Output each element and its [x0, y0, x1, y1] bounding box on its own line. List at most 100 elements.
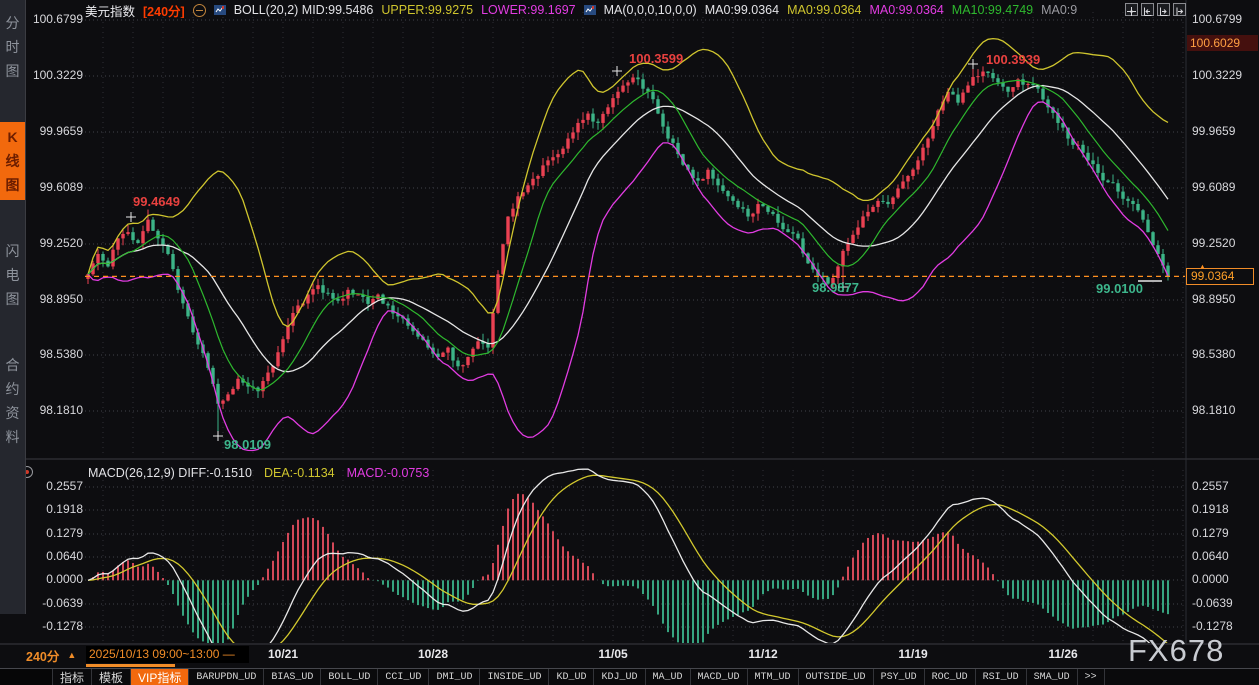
price-annotation-0: 99.4649 — [133, 194, 180, 209]
period-label[interactable]: [240分] — [143, 2, 185, 18]
sidebar-item-0[interactable]: 分时图 — [0, 8, 25, 86]
macd-label-right-6: -0.1278 — [1192, 619, 1233, 633]
ma-params-label: MA(0,0,0,10,0,0) — [604, 3, 697, 17]
macd-label-left-3: 0.0640 — [28, 549, 83, 563]
macd-label-right-5: -0.0639 — [1192, 596, 1233, 610]
price-label-right-1: 100.3229 — [1192, 68, 1242, 82]
high-price-badge: 100.6029 — [1187, 35, 1258, 51]
macd-label-left-4: 0.0000 — [28, 572, 83, 586]
toolbar-item-dmi_ud[interactable]: DMI_UD — [429, 669, 480, 685]
price-label-right-5: 98.8950 — [1192, 292, 1235, 306]
pan-right-icon[interactable] — [1173, 3, 1186, 16]
macd-label-left-5: -0.0639 — [28, 596, 83, 610]
macd-label-left-2: 0.1279 — [28, 526, 83, 540]
chart-tool-icons — [1125, 3, 1186, 16]
toolbar-item-sma_ud[interactable]: SMA_UD — [1027, 669, 1078, 685]
period-footer-label[interactable]: 240分 — [26, 646, 59, 665]
price-label-left-2: 99.9659 — [28, 124, 83, 138]
price-label-right-6: 98.5380 — [1192, 347, 1235, 361]
indicator-toolbar: 指标模板VIP指标BARUPDN_UDBIAS_UDBOLL_UDCCI_UDD… — [0, 668, 1259, 685]
toolbar-item-kd_ud[interactable]: KD_UD — [549, 669, 594, 685]
indicator-chart-icon[interactable] — [584, 4, 596, 16]
toolbar-item-inside_ud[interactable]: INSIDE_UD — [480, 669, 549, 685]
toolbar-item-barupdn_ud[interactable]: BARUPDN_UD — [189, 669, 264, 685]
indicator-chart-icon[interactable] — [214, 4, 226, 16]
toolbar-item-ma_ud[interactable]: MA_UD — [646, 669, 691, 685]
chart-canvas[interactable] — [0, 0, 1259, 685]
price-label-left-6: 98.5380 — [28, 347, 83, 361]
macd-label-right-2: 0.1279 — [1192, 526, 1229, 540]
ma0-value-white: MA0:99.0364 — [705, 3, 779, 17]
symbol-title: 美元指数 — [85, 2, 135, 18]
price-annotation-3: 98.9877 — [812, 280, 859, 295]
toolbar-item-kdj_ud[interactable]: KDJ_UD — [594, 669, 645, 685]
x-tick-1: 10/28 — [403, 647, 463, 661]
compress-left-icon[interactable] — [1141, 3, 1154, 16]
price-label-right-0: 100.6799 — [1192, 12, 1242, 26]
macd-label-right-4: 0.0000 — [1192, 572, 1229, 586]
toolbar-item-[interactable]: >> — [1078, 669, 1105, 685]
ma0-value-magenta: MA0:99.0364 — [869, 3, 943, 17]
scrollbar-thumb[interactable] — [86, 664, 175, 667]
toolbar-item-psy_ud[interactable]: PSY_UD — [874, 669, 925, 685]
chart-header: 美元指数 [240分] BOLL(20,2) MID:99.5486 UPPER… — [85, 2, 1120, 18]
price-axis-right: 100.6799 100.3229 99.9659 99.6089 99.2520 98.… — [1192, 0, 1258, 660]
price-annotation-4: 98.0109 — [224, 437, 271, 452]
price-label-right-4: 99.2520 — [1192, 236, 1235, 250]
watermark: FX678 — [1128, 633, 1224, 669]
macd-diff-value: MACD(26,12,9) DIFF:-0.1510 — [88, 466, 252, 480]
price-label-left-7: 98.1810 — [28, 403, 83, 417]
toolbar-item-rsi_ud[interactable]: RSI_UD — [976, 669, 1027, 685]
price-label-right-7: 98.1810 — [1192, 403, 1235, 417]
period-up-arrow-icon[interactable]: ▲ — [67, 650, 76, 660]
ma0-value-yellow: MA0:99.0364 — [787, 3, 861, 17]
toolbar-item-outside_ud[interactable]: OUTSIDE_UD — [799, 669, 874, 685]
sidebar-item-1[interactable]: K线图 — [0, 122, 25, 200]
toolbar-item-boll_ud[interactable]: BOLL_UD — [321, 669, 378, 685]
price-label-right-3: 99.6089 — [1192, 180, 1235, 194]
x-axis-row: 240分 ▲ 2025/10/13 09:00~13:00 — 10/21 10/… — [0, 645, 1259, 667]
sidebar-item-3[interactable]: 合约资料 — [0, 350, 25, 452]
price-label-left-4: 99.2520 — [28, 236, 83, 250]
macd-label-right-1: 0.1918 — [1192, 502, 1229, 516]
compress-right-icon[interactable] — [1157, 3, 1170, 16]
price-label-right-2: 99.9659 — [1192, 124, 1235, 138]
price-label-left-1: 100.3229 — [28, 68, 83, 82]
date-range-label: 2025/10/13 09:00~13:00 — — [86, 646, 249, 663]
toolbar-item-mtm_ud[interactable]: MTM_UD — [748, 669, 799, 685]
price-annotation-5: 99.0100 — [1096, 281, 1143, 296]
boll-lower-value: LOWER:99.1697 — [481, 3, 576, 17]
price-annotation-1: 100.3599 — [629, 51, 683, 66]
toolbar-item-[interactable]: 指标 — [53, 669, 92, 685]
price-label-left-0: 100.6799 — [28, 12, 83, 26]
boll-mid-value: BOLL(20,2) MID:99.5486 — [234, 3, 374, 17]
macd-label-right-3: 0.0640 — [1192, 549, 1229, 563]
macd-value: MACD:-0.0753 — [347, 466, 430, 480]
boll-upper-value: UPPER:99.9275 — [381, 3, 473, 17]
toolbar-item-bias_ud[interactable]: BIAS_UD — [264, 669, 321, 685]
zoom-out-icon[interactable] — [193, 4, 206, 17]
price-axis-left: 100.6799 100.3229 99.9659 99.6089 99.2520 98.… — [28, 0, 83, 660]
toolbar-item-vip[interactable]: VIP指标 — [131, 669, 189, 685]
toolbar-item-cci_ud[interactable]: CCI_UD — [378, 669, 429, 685]
x-tick-2: 11/05 — [583, 647, 643, 661]
x-tick-0: 10/21 — [253, 647, 313, 661]
move-icon[interactable] — [1125, 3, 1138, 16]
x-tick-5: 11/26 — [1033, 647, 1093, 661]
toolbar-item-roc_ud[interactable]: ROC_UD — [925, 669, 976, 685]
price-annotation-2: 100.3939 — [986, 52, 1040, 67]
macd-dea-value: DEA:-0.1134 — [264, 466, 335, 480]
toolbar-spacer — [0, 669, 53, 685]
toolbar-item-[interactable]: 模板 — [92, 669, 131, 685]
sidebar: 分时图 K线图闪电图合约资料 — [0, 0, 26, 614]
toolbar-item-macd_ud[interactable]: MACD_UD — [691, 669, 748, 685]
ma0-value-gray: MA0:9 — [1041, 3, 1077, 17]
price-label-left-3: 99.6089 — [28, 180, 83, 194]
x-tick-3: 11/12 — [733, 647, 793, 661]
macd-label-right-0: 0.2557 — [1192, 479, 1229, 493]
macd-label-left-6: -0.1278 — [28, 619, 83, 633]
macd-label-left-1: 0.1918 — [28, 502, 83, 516]
sidebar-item-2[interactable]: 闪电图 — [0, 236, 25, 314]
x-tick-4: 11/19 — [883, 647, 943, 661]
current-price-badge: 99.0364 — [1186, 268, 1254, 285]
